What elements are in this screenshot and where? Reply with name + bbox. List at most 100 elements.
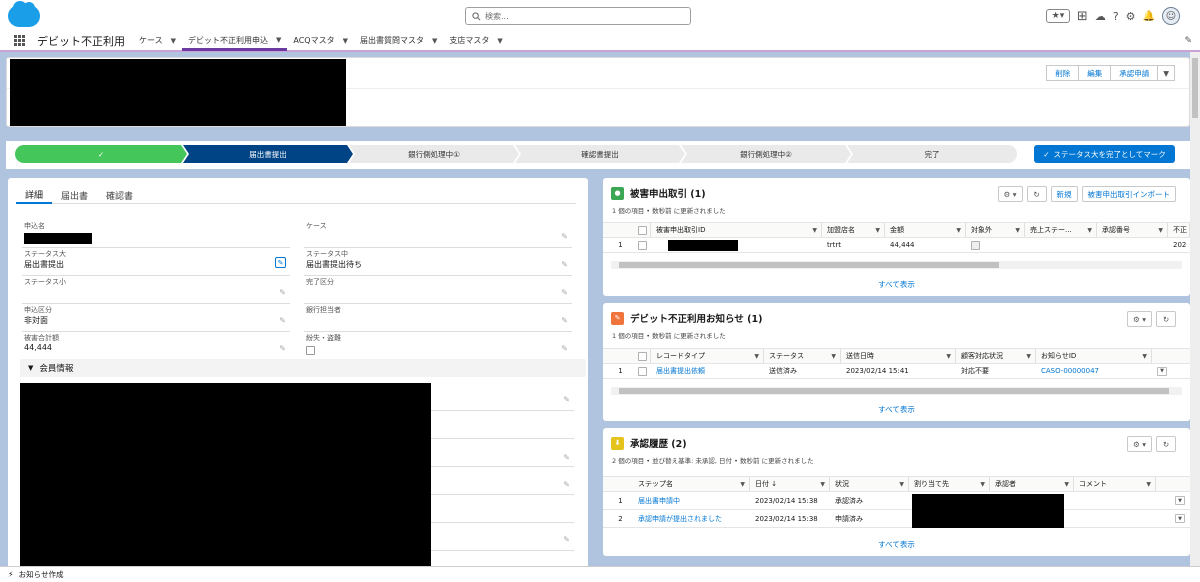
trailhead-icon[interactable]: ☁ — [1095, 10, 1106, 23]
favorites-star-icon[interactable]: ★▾ — [1045, 9, 1070, 23]
path-step-confirmation[interactable]: 確認書提出 — [515, 145, 685, 163]
path-step-complete-final[interactable]: 完了 — [847, 145, 1017, 163]
select-all-checkbox[interactable] — [638, 351, 647, 361]
salesforce-logo[interactable] — [8, 1, 40, 27]
chevron-down-icon[interactable]: ▼ — [1064, 481, 1069, 488]
help-icon[interactable]: ? — [1113, 10, 1119, 23]
col-sent-at[interactable]: 送信日時 ▼ — [841, 349, 956, 363]
horizontal-scrollbar[interactable] — [611, 387, 1182, 395]
chevron-down-icon[interactable]: ▼ — [1026, 353, 1031, 360]
path-step-bank-processing-2[interactable]: 銀行側処理中② — [681, 145, 851, 163]
setup-gear-icon[interactable]: ⚙ — [1126, 10, 1136, 23]
app-launcher-icon[interactable] — [14, 35, 25, 46]
settings-gear-icon[interactable]: ⚙ ▾ — [1127, 436, 1152, 452]
row-checkbox[interactable] — [638, 366, 647, 376]
row-action-dropdown[interactable]: ▼ — [1175, 514, 1185, 523]
refresh-icon[interactable]: ↻ — [1026, 186, 1047, 202]
col-excluded[interactable]: 対象外 ▼ — [966, 223, 1025, 237]
settings-gear-icon[interactable]: ⚙ ▾ — [1127, 311, 1152, 327]
edit-pencil-icon[interactable]: ✎ — [561, 232, 568, 241]
col-step-name[interactable]: ステップ名 ▼ — [633, 477, 750, 491]
edit-pencil-icon[interactable]: ✎ — [563, 535, 570, 544]
chevron-down-icon[interactable]: ▼ — [875, 227, 880, 234]
chevron-down-icon[interactable]: ▼ — [812, 227, 817, 234]
edit-nav-pencil-icon[interactable]: ✎ — [1184, 36, 1192, 46]
row-action-dropdown[interactable]: ▼ — [1175, 496, 1185, 505]
col-id[interactable]: 被害申出取引ID ▼ — [651, 223, 822, 237]
col-approver[interactable]: 承認者 ▼ — [990, 477, 1074, 491]
chevron-down-icon[interactable]: ▼ — [740, 481, 745, 488]
mark-status-complete-button[interactable]: ✓ ステータス大を完了としてマーク — [1034, 145, 1175, 163]
import-button[interactable]: 被害申出取引インポート — [1081, 186, 1176, 202]
col-assignee[interactable]: 割り当て先 ▼ — [909, 477, 990, 491]
col-merchant[interactable]: 加盟店名 ▼ — [822, 223, 885, 237]
edit-pencil-icon[interactable]: ✎ — [563, 480, 570, 489]
col-status[interactable]: 状況 ▼ — [830, 477, 909, 491]
tab-details[interactable]: 詳細 — [16, 186, 53, 204]
row-checkbox[interactable] — [638, 240, 647, 250]
chevron-down-icon[interactable]: ▼ — [980, 481, 985, 488]
chevron-down-icon[interactable]: ▼ — [754, 353, 759, 360]
chevron-down-icon[interactable]: ▼ — [432, 37, 437, 45]
redacted-transaction-id[interactable] — [668, 239, 738, 251]
col-fraud[interactable]: 不正 — [1168, 223, 1190, 237]
page-vertical-scrollbar[interactable] — [1190, 52, 1200, 566]
new-button[interactable]: 新規 — [1050, 186, 1078, 202]
edit-pencil-icon[interactable]: ✎ — [561, 288, 568, 297]
edit-pencil-icon[interactable]: ✎ — [561, 344, 568, 353]
nav-tab-case[interactable]: ケース ▼ — [133, 30, 182, 51]
more-actions-button[interactable]: ▼ — [1158, 65, 1175, 81]
lost-stolen-checkbox[interactable] — [306, 346, 315, 355]
nav-tab-branch-master[interactable]: 支店マスタ ▼ — [443, 30, 508, 51]
edit-pencil-icon[interactable]: ✎ — [563, 453, 570, 462]
path-step-current[interactable]: 届出書提出 — [183, 145, 353, 163]
edit-pencil-icon[interactable]: ✎ — [563, 395, 570, 404]
global-search[interactable]: 検索... — [465, 7, 691, 25]
horizontal-scrollbar[interactable] — [611, 261, 1182, 269]
col-approval-no[interactable]: 承認番号 ▼ — [1097, 223, 1168, 237]
edit-button[interactable]: 編集 — [1079, 65, 1112, 81]
col-date[interactable]: 日付 ↓ ▼ — [750, 477, 830, 491]
view-all-link[interactable]: すべて表示 — [603, 404, 1190, 415]
edit-pencil-icon[interactable]: ✎ — [279, 288, 286, 297]
chevron-down-icon[interactable]: ▼ — [276, 36, 281, 44]
path-step-bank-processing-1[interactable]: 銀行側処理中① — [349, 145, 519, 163]
refresh-icon[interactable]: ↻ — [1156, 436, 1176, 452]
chevron-down-icon[interactable]: ▼ — [1158, 227, 1163, 234]
chevron-down-icon[interactable]: ▼ — [956, 227, 961, 234]
edit-pencil-icon[interactable]: ✎ — [279, 316, 286, 325]
create-notice-utility[interactable]: お知らせ作成 — [19, 569, 64, 580]
chevron-down-icon[interactable]: ▼ — [171, 37, 176, 45]
col-status[interactable]: ステータス ▼ — [764, 349, 841, 363]
chevron-down-icon[interactable]: ▼ — [1142, 353, 1147, 360]
refresh-icon[interactable]: ↻ — [1156, 311, 1176, 327]
chevron-down-icon[interactable]: ▼ — [343, 37, 348, 45]
view-all-link[interactable]: すべて表示 — [603, 279, 1190, 290]
col-record-type[interactable]: レコードタイプ ▼ — [651, 349, 764, 363]
chevron-down-icon[interactable]: ▼ — [831, 353, 836, 360]
section-member-info[interactable]: ▼ 会員情報 — [20, 359, 586, 377]
select-all-checkbox[interactable] — [638, 225, 647, 235]
chevron-down-icon[interactable]: ▼ — [1015, 227, 1020, 234]
edit-pencil-icon[interactable]: ✎ — [561, 316, 568, 325]
nav-tab-question-master[interactable]: 届出書質問マスタ ▼ — [354, 30, 443, 51]
col-sales-status[interactable]: 売上ステー... ▼ — [1025, 223, 1097, 237]
submit-approval-button[interactable]: 承認申請 — [1111, 65, 1159, 81]
nav-tab-debit-fraud-apply[interactable]: デビット不正利用申込 ▼ — [182, 30, 288, 51]
chevron-down-icon[interactable]: ▼ — [1146, 481, 1151, 488]
row-action-dropdown[interactable]: ▼ — [1157, 366, 1167, 376]
col-comment[interactable]: コメント ▼ — [1074, 477, 1156, 491]
global-add-icon[interactable]: ⊞ — [1077, 9, 1088, 24]
view-all-link[interactable]: すべて表示 — [603, 539, 1190, 550]
col-response[interactable]: 顧客対応状況 ▼ — [956, 349, 1036, 363]
col-notice-id[interactable]: お知らせID ▼ — [1036, 349, 1152, 363]
nav-tab-acq-master[interactable]: ACQマスタ ▼ — [287, 30, 354, 51]
user-avatar[interactable]: ☺ — [1162, 7, 1180, 25]
delete-button[interactable]: 削除 — [1046, 65, 1080, 81]
chevron-down-icon[interactable]: ▼ — [899, 481, 904, 488]
edit-pencil-icon[interactable]: ✎ — [275, 257, 286, 268]
col-amount[interactable]: 金額 ▼ — [885, 223, 966, 237]
tab-confirmation[interactable]: 確認書 — [97, 186, 142, 204]
path-step-complete[interactable]: ✓ — [15, 145, 187, 163]
edit-pencil-icon[interactable]: ✎ — [279, 344, 286, 353]
